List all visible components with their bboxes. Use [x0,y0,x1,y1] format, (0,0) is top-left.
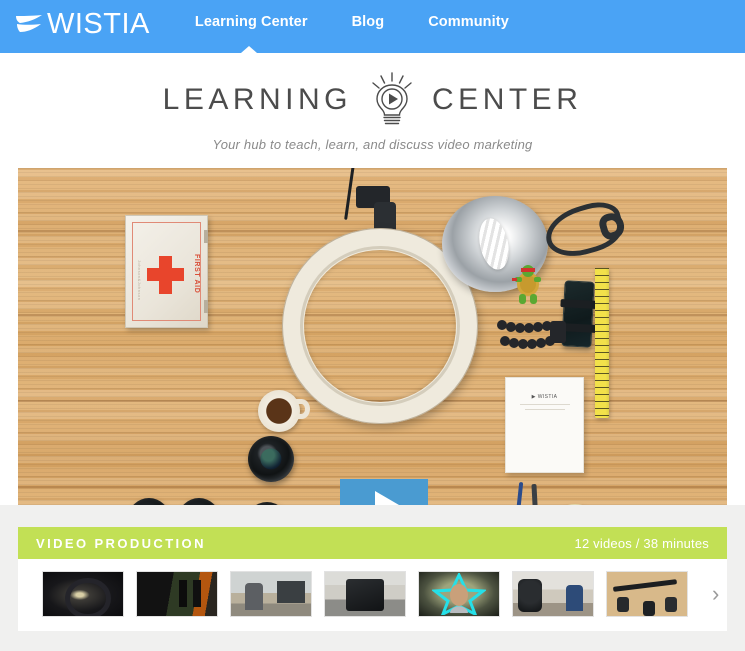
video-production-section: VIDEO PRODUCTION 12 videos / 38 minutes … [18,527,727,631]
chevron-right-icon[interactable]: › [712,583,719,605]
video-thumbnail[interactable] [230,571,312,617]
first-aid-kit: FIRST AID Johnson&Johnson [125,215,208,328]
active-tab-pointer [241,46,257,53]
nav-link-community[interactable]: Community [428,14,509,30]
nav-link-blog[interactable]: Blog [352,14,385,30]
camera-lens [248,436,294,482]
video-thumbnail[interactable] [324,571,406,617]
section-header[interactable]: VIDEO PRODUCTION 12 videos / 38 minutes [18,527,727,559]
nav-links: Learning Center Blog Community [195,9,509,35]
title-word-learning: LEARNING [162,83,353,116]
gorillapod-tripod [497,320,566,349]
lightbulb-play-icon [372,72,412,125]
page-header: LEARNING CENTER Your hub to teach, learn… [0,53,745,168]
hero-section: FIRST AID Johnson&Johnson Canon Canon Ca… [0,168,745,505]
nav-link-learning-center[interactable]: Learning Center [195,14,308,30]
hero-video-thumbnail[interactable]: FIRST AID Johnson&Johnson Canon Canon Ca… [18,168,727,505]
hero-play-button[interactable] [340,479,428,505]
video-thumbnail[interactable] [42,571,124,617]
wistia-notepad: ▶ WISTIA [505,377,584,473]
top-navigation-bar: WISTIA Learning Center Blog Community [0,0,745,53]
section-meta: 12 videos / 38 minutes [574,535,709,551]
video-thumbnail[interactable] [418,571,500,617]
tape-measure [595,268,609,418]
video-thumbnail[interactable] [606,571,688,617]
turtle-figurine [512,265,541,304]
video-thumbnail[interactable] [512,571,594,617]
thumbnail-carousel: › [18,559,727,631]
page-title: LEARNING CENTER [0,71,745,129]
section-title: VIDEO PRODUCTION [36,535,206,551]
section-gap [0,505,745,527]
title-word-center: CENTER [432,83,583,116]
video-thumbnail[interactable] [136,571,218,617]
wistia-logo-text: WISTIA [47,7,150,40]
wistia-flag-icon [16,15,42,32]
page-tagline: Your hub to teach, learn, and discuss vi… [212,137,533,152]
star-graphic [432,573,486,615]
wistia-logo[interactable]: WISTIA [14,9,150,39]
play-triangle-icon [374,491,399,505]
coffee-mug [258,390,310,432]
